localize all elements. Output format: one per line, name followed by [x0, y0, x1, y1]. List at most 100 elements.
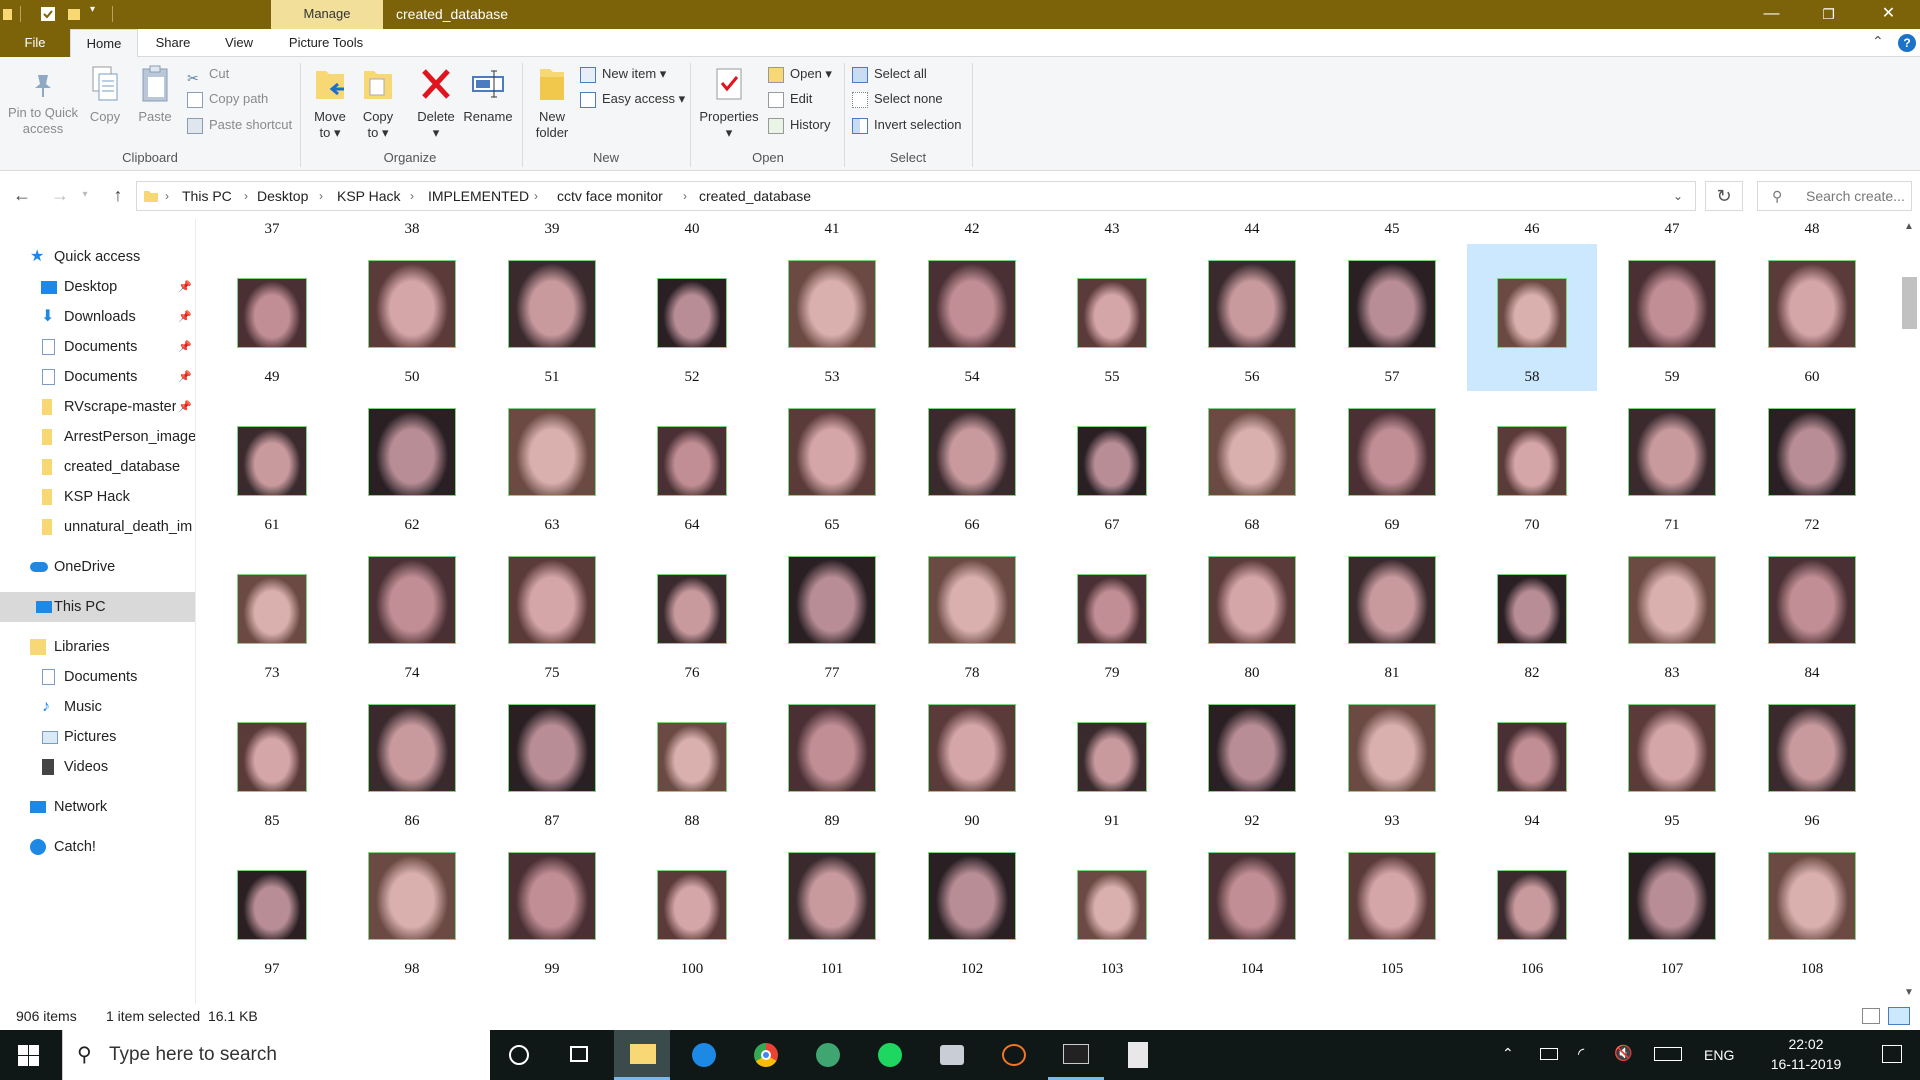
taskbar-search[interactable]: ⚲ Type here to search — [62, 1030, 490, 1080]
file-tile[interactable]: 41 — [767, 219, 897, 243]
file-tile[interactable]: 45 — [1327, 219, 1457, 243]
image-thumbnail[interactable] — [788, 260, 876, 348]
image-thumbnail[interactable] — [508, 408, 596, 496]
image-thumbnail[interactable] — [1077, 574, 1147, 644]
file-tile[interactable]: 93 — [1327, 688, 1457, 835]
file-tile[interactable]: 64 — [627, 392, 757, 539]
properties-button[interactable]: Properties ▾ — [696, 65, 762, 141]
search-box[interactable]: ⚲ Search create... — [1757, 181, 1912, 211]
image-thumbnail[interactable] — [1348, 852, 1436, 940]
clock-date[interactable]: 16-11-2019 — [1756, 1056, 1856, 1072]
image-thumbnail[interactable] — [657, 574, 727, 644]
scroll-down-icon[interactable]: ▼ — [1904, 987, 1914, 998]
vertical-scrollbar[interactable]: ▲ ▼ — [1899, 219, 1920, 1004]
image-thumbnail[interactable] — [1077, 278, 1147, 348]
breadcrumb-created-database[interactable]: created_database — [699, 182, 811, 210]
move-to-button[interactable]: Move to ▾ — [310, 65, 350, 141]
file-tile[interactable]: 100 — [627, 836, 757, 983]
clock-time[interactable]: 22:02 — [1766, 1036, 1846, 1052]
address-box[interactable]: › This PC › Desktop › KSP Hack › IMPLEME… — [136, 181, 1696, 211]
image-thumbnail[interactable] — [657, 722, 727, 792]
file-tile[interactable]: 82 — [1467, 540, 1597, 687]
file-tile[interactable]: 101 — [767, 836, 897, 983]
recent-locations-button[interactable]: ▾ — [78, 183, 92, 207]
nav-quick-access[interactable]: ★ Quick access — [0, 242, 195, 272]
image-thumbnail[interactable] — [508, 704, 596, 792]
file-tile[interactable]: 67 — [1047, 392, 1177, 539]
tab-share[interactable]: Share — [140, 29, 206, 57]
file-tile[interactable]: 99 — [487, 836, 617, 983]
image-thumbnail[interactable] — [1768, 704, 1856, 792]
file-tile[interactable]: 37 — [207, 219, 337, 243]
file-tile[interactable]: 103 — [1047, 836, 1177, 983]
nav-network[interactable]: Network — [0, 792, 195, 822]
file-tile[interactable]: 42 — [907, 219, 1037, 243]
file-tile[interactable]: 65 — [767, 392, 897, 539]
file-tile[interactable]: 89 — [767, 688, 897, 835]
file-tile[interactable]: 75 — [487, 540, 617, 687]
details-view-icon[interactable] — [1862, 1008, 1880, 1024]
file-tile[interactable]: 68 — [1187, 392, 1317, 539]
file-tile[interactable]: 59 — [1607, 244, 1737, 391]
file-tile[interactable]: 60 — [1747, 244, 1877, 391]
file-tile[interactable]: 54 — [907, 244, 1037, 391]
select-none-button[interactable]: Select none — [852, 88, 943, 110]
select-all-button[interactable]: Select all — [852, 63, 927, 85]
keyboard-icon[interactable] — [1654, 1047, 1682, 1061]
properties-check-icon[interactable] — [40, 6, 56, 22]
file-tile[interactable]: 86 — [347, 688, 477, 835]
image-thumbnail[interactable] — [1768, 260, 1856, 348]
file-tile[interactable]: 43 — [1047, 219, 1177, 243]
image-thumbnail[interactable] — [1628, 704, 1716, 792]
atom-icon[interactable] — [800, 1030, 856, 1080]
file-tile[interactable]: 56 — [1187, 244, 1317, 391]
image-thumbnail[interactable] — [237, 426, 307, 496]
back-button[interactable]: ← — [10, 183, 34, 207]
image-thumbnail[interactable] — [368, 852, 456, 940]
address-dropdown-icon[interactable]: ⌄ — [1673, 182, 1683, 210]
up-button[interactable]: ↑ — [106, 183, 130, 207]
nav-lib-documents[interactable]: Documents — [0, 662, 195, 692]
file-tile[interactable]: 79 — [1047, 540, 1177, 687]
copy-button[interactable]: Copy — [84, 65, 126, 125]
nav-lib-pictures[interactable]: Pictures — [0, 722, 195, 752]
breadcrumb-cctv-face-monitor[interactable]: cctv face monitor — [557, 182, 663, 210]
file-tile[interactable]: 51 — [487, 244, 617, 391]
show-hidden-icons-icon[interactable]: ⌃ — [1502, 1045, 1514, 1062]
large-icons-view-icon[interactable] — [1888, 1007, 1910, 1025]
file-tile[interactable]: 102 — [907, 836, 1037, 983]
file-tile[interactable]: 78 — [907, 540, 1037, 687]
file-tile[interactable]: 53 — [767, 244, 897, 391]
scroll-up-icon[interactable]: ▲ — [1904, 221, 1914, 232]
image-thumbnail[interactable] — [368, 556, 456, 644]
image-thumbnail[interactable] — [1628, 852, 1716, 940]
file-tile[interactable]: 80 — [1187, 540, 1317, 687]
paste-button[interactable]: Paste — [134, 65, 176, 125]
image-thumbnail[interactable] — [237, 574, 307, 644]
file-tile[interactable]: 69 — [1327, 392, 1457, 539]
image-thumbnail[interactable] — [1768, 556, 1856, 644]
delete-button[interactable]: Delete ▾ — [414, 65, 458, 141]
image-thumbnail[interactable] — [237, 278, 307, 348]
breadcrumb-implemented[interactable]: IMPLEMENTED — [428, 182, 529, 210]
image-thumbnail[interactable] — [368, 260, 456, 348]
file-tile[interactable]: 40 — [627, 219, 757, 243]
forward-button[interactable]: → — [48, 183, 72, 207]
file-tile[interactable]: 83 — [1607, 540, 1737, 687]
file-tile[interactable]: 38 — [347, 219, 477, 243]
nav-item-ksp-hack[interactable]: KSP Hack — [0, 482, 195, 512]
nav-item-created-database[interactable]: created_database — [0, 452, 195, 482]
rename-button[interactable]: Rename — [462, 65, 514, 125]
image-thumbnail[interactable] — [788, 556, 876, 644]
file-tile[interactable]: 70 — [1467, 392, 1597, 539]
file-tile[interactable]: 39 — [487, 219, 617, 243]
image-thumbnail[interactable] — [1768, 852, 1856, 940]
refresh-button[interactable]: ↻ — [1705, 181, 1743, 211]
nav-item-unnatural-death[interactable]: unnatural_death_im — [0, 512, 195, 542]
edit-button[interactable]: Edit — [768, 88, 812, 110]
nav-item-arrestperson[interactable]: ArrestPerson_image — [0, 422, 195, 452]
document-app-icon[interactable] — [1110, 1030, 1166, 1080]
file-tile[interactable]: 63 — [487, 392, 617, 539]
notifications-icon[interactable] — [1882, 1045, 1902, 1063]
file-tile[interactable]: 72 — [1747, 392, 1877, 539]
